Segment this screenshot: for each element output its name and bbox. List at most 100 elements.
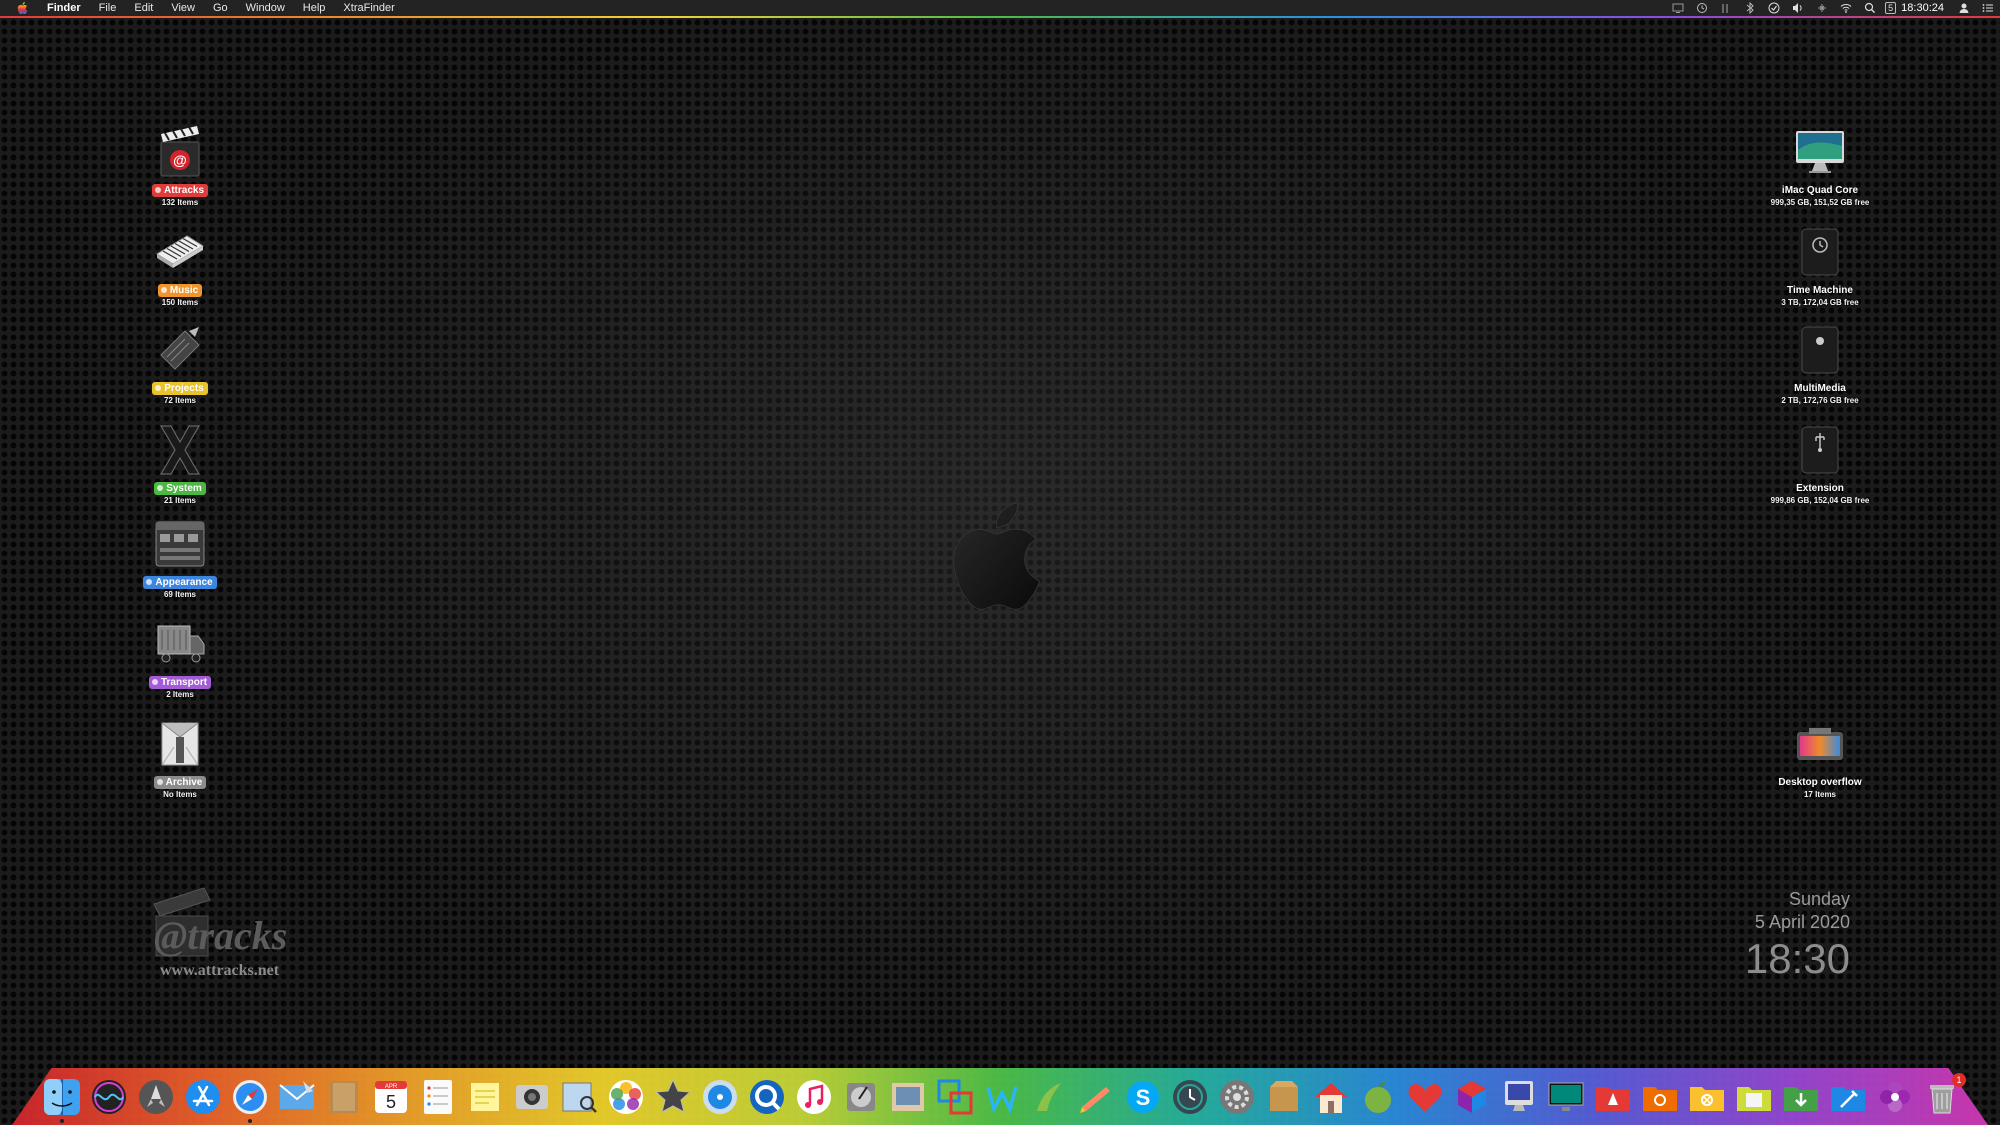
screen-icon[interactable] bbox=[1671, 2, 1685, 14]
desktop-volume-multimedia[interactable]: MultiMedia 2 TB, 172,76 GB free bbox=[1750, 320, 1890, 405]
system-preferences-icon[interactable] bbox=[1217, 1077, 1257, 1117]
photos-icon[interactable] bbox=[606, 1077, 646, 1117]
menubar-clock[interactable]: 18:30:24 bbox=[1901, 2, 1944, 14]
desktop-folder-overflow[interactable]: Desktop overflow 17 Items bbox=[1750, 714, 1890, 799]
folder-count-appearance: 69 Items bbox=[163, 590, 197, 599]
desktop-folder-attracks[interactable]: @ Attracks 132 Items bbox=[110, 122, 250, 207]
widget-date: 5 April 2020 bbox=[1754, 912, 1850, 932]
apps-folder-icon[interactable] bbox=[1593, 1077, 1633, 1117]
desktop-folder-appearance[interactable]: Appearance 69 Items bbox=[110, 514, 250, 599]
menu-window[interactable]: Window bbox=[237, 0, 294, 16]
truck-icon bbox=[150, 614, 210, 674]
image-capture-icon[interactable] bbox=[888, 1077, 928, 1117]
reminders-icon[interactable] bbox=[418, 1077, 458, 1117]
menu-xtrafinder[interactable]: XtraFinder bbox=[334, 0, 403, 16]
attracks-logo-text: @tracks bbox=[154, 913, 288, 958]
documents-folder-icon[interactable] bbox=[1734, 1077, 1774, 1117]
parallels-icon[interactable] bbox=[935, 1077, 975, 1117]
check-icon[interactable] bbox=[1767, 2, 1781, 14]
folder-label-attracks: Attracks bbox=[151, 184, 209, 197]
desktop-volume-time-machine[interactable]: Time Machine 3 TB, 172,04 GB free bbox=[1750, 222, 1890, 307]
volume-name-imac: iMac Quad Core bbox=[1781, 185, 1859, 196]
folder-name-overflow: Desktop overflow bbox=[1778, 777, 1862, 788]
siri-icon[interactable] bbox=[89, 1077, 129, 1117]
utilities-folder-icon[interactable] bbox=[1687, 1077, 1727, 1117]
itunes-icon[interactable] bbox=[794, 1077, 834, 1117]
quicktime-icon[interactable] bbox=[747, 1077, 787, 1117]
home-icon[interactable] bbox=[1311, 1077, 1351, 1117]
desktop-folder-projects[interactable]: Projects 72 Items bbox=[110, 320, 250, 405]
apple-drive-icon bbox=[1790, 320, 1850, 380]
user-icon[interactable] bbox=[1957, 2, 1971, 14]
folder-label-system: System bbox=[154, 482, 206, 495]
spotlight-icon[interactable] bbox=[1863, 2, 1877, 14]
notification-list-icon[interactable] bbox=[1981, 2, 1995, 14]
disk-utility-icon[interactable] bbox=[841, 1077, 881, 1117]
volume-name-multimedia: MultiMedia bbox=[1794, 383, 1846, 394]
folder-count-system: 21 Items bbox=[163, 496, 197, 505]
menu-file[interactable]: File bbox=[90, 0, 126, 16]
volume-icon[interactable] bbox=[1791, 2, 1805, 14]
scrivener-icon[interactable] bbox=[1029, 1077, 1069, 1117]
screenshot-icon[interactable] bbox=[512, 1077, 552, 1117]
app-store-icon[interactable] bbox=[183, 1077, 223, 1117]
apple-fruit-icon[interactable] bbox=[1358, 1077, 1398, 1117]
flower-icon[interactable] bbox=[1875, 1077, 1915, 1117]
svg-text:5: 5 bbox=[386, 1092, 396, 1112]
menu-help[interactable]: Help bbox=[294, 0, 335, 16]
bluetooth-icon[interactable] bbox=[1743, 2, 1757, 14]
preview-icon[interactable] bbox=[559, 1077, 599, 1117]
volume-info-multimedia: 2 TB, 172,76 GB free bbox=[1781, 396, 1859, 405]
dvd-player-icon[interactable] bbox=[700, 1077, 740, 1117]
desktop-folder-transport[interactable]: Transport 2 Items bbox=[110, 614, 250, 699]
folder-count-transport: 2 Items bbox=[166, 690, 194, 699]
imac-old-icon[interactable] bbox=[1499, 1077, 1539, 1117]
pages-icon[interactable] bbox=[1076, 1077, 1116, 1117]
public-folder-icon[interactable] bbox=[1640, 1077, 1680, 1117]
menu-edit[interactable]: Edit bbox=[125, 0, 162, 16]
folder-label-archive: Archive bbox=[153, 776, 207, 789]
heart-icon[interactable] bbox=[1405, 1077, 1445, 1117]
calendar-date-badge[interactable]: 5 bbox=[1885, 2, 1897, 14]
wunderlist-icon[interactable] bbox=[982, 1077, 1022, 1117]
overflow-folder-icon bbox=[1790, 714, 1850, 774]
menu-app-finder[interactable]: Finder bbox=[38, 0, 90, 16]
time-machine-drive-icon bbox=[1790, 222, 1850, 282]
time-machine-icon[interactable] bbox=[1170, 1077, 1210, 1117]
apple-menu-icon[interactable] bbox=[12, 0, 32, 16]
notes-book-icon[interactable] bbox=[324, 1077, 364, 1117]
bars-icon[interactable] bbox=[1719, 2, 1733, 14]
menu-view[interactable]: View bbox=[162, 0, 204, 16]
desktop-volume-extension[interactable]: Extension 999,86 GB, 152,04 GB free bbox=[1750, 420, 1890, 505]
tools-folder-icon[interactable] bbox=[1828, 1077, 1868, 1117]
safari-icon[interactable] bbox=[230, 1077, 270, 1123]
network-icon[interactable] bbox=[1815, 2, 1829, 14]
volume-name-extension: Extension bbox=[1796, 483, 1844, 494]
widget-time: 18:30 bbox=[1744, 935, 1850, 982]
wifi-icon[interactable] bbox=[1839, 2, 1853, 14]
archive-box-icon bbox=[150, 714, 210, 774]
trash-icon[interactable]: 1 bbox=[1922, 1073, 1966, 1117]
archive-utility-icon[interactable] bbox=[1264, 1077, 1304, 1117]
desktop-folder-music[interactable]: Music 150 Items bbox=[110, 222, 250, 307]
desktop-folder-archive[interactable]: Archive No Items bbox=[110, 714, 250, 799]
desktop-volume-imac-quad-core[interactable]: iMac Quad Core 999,35 GB, 151,52 GB free bbox=[1750, 122, 1890, 207]
calendar-icon[interactable]: APR 5 bbox=[371, 1077, 411, 1117]
folder-label-appearance: Appearance bbox=[143, 576, 217, 589]
launchpad-icon[interactable] bbox=[136, 1077, 176, 1117]
display-icon[interactable] bbox=[1546, 1077, 1586, 1117]
downloads-folder-icon[interactable] bbox=[1781, 1077, 1821, 1117]
stickies-icon[interactable] bbox=[465, 1077, 505, 1117]
svg-text:APR: APR bbox=[385, 1084, 398, 1090]
time-machine-icon[interactable] bbox=[1695, 2, 1709, 14]
finder-icon[interactable] bbox=[42, 1077, 82, 1123]
trash-badge: 1 bbox=[1952, 1073, 1966, 1087]
cube-icon[interactable] bbox=[1452, 1077, 1492, 1117]
menu-go[interactable]: Go bbox=[204, 0, 237, 16]
mail-icon[interactable] bbox=[277, 1077, 317, 1117]
imovie-icon[interactable] bbox=[653, 1077, 693, 1117]
skype-icon[interactable]: S bbox=[1123, 1077, 1163, 1117]
desktop-folder-system[interactable]: System 21 Items bbox=[110, 420, 250, 505]
volume-info-time-machine: 3 TB, 172,04 GB free bbox=[1781, 298, 1859, 307]
date-widget: Sunday 5 April 2020 18:30 bbox=[1680, 888, 1850, 984]
